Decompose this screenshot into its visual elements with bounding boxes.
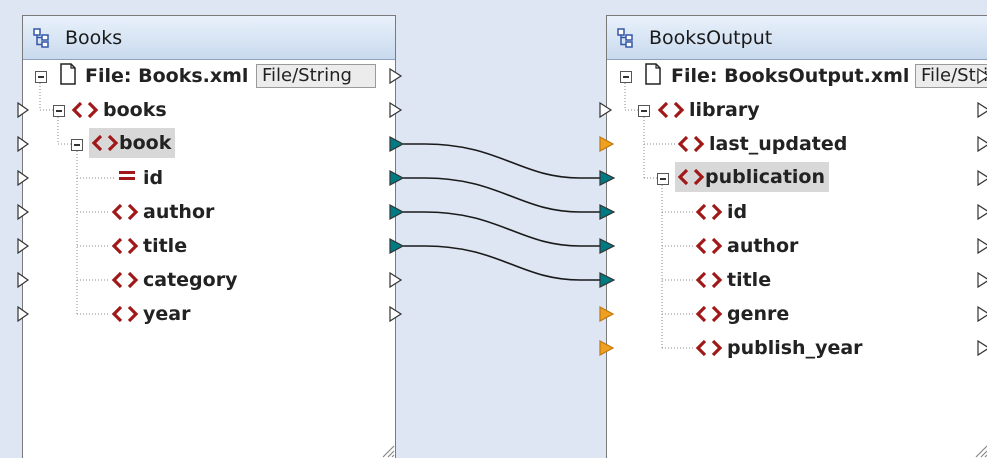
connector-arrow-icon[interactable] — [17, 203, 30, 221]
connector-arrow-icon[interactable] — [599, 204, 616, 220]
connector-arrow-icon[interactable] — [977, 203, 987, 221]
mapping-line-book-publication[interactable] — [403, 143, 601, 179]
mapping-overlay — [17, 67, 987, 357]
connector-arrow-icon[interactable] — [389, 135, 405, 153]
connector-arrow-icon[interactable] — [599, 170, 616, 186]
connector-arrow-icon[interactable] — [977, 237, 987, 255]
connector-arrow-icon[interactable] — [599, 305, 615, 323]
connector-arrow-icon[interactable] — [599, 339, 615, 357]
connector-arrow-icon[interactable] — [977, 305, 987, 323]
connector-arrow-icon[interactable] — [977, 67, 987, 85]
connector-arrow-icon[interactable] — [977, 135, 987, 153]
mapping-line-author-author[interactable] — [403, 211, 601, 247]
connector-arrow-icon[interactable] — [17, 101, 30, 119]
connector-arrow-icon[interactable] — [389, 305, 403, 323]
connector-arrow-icon[interactable] — [977, 339, 987, 357]
connector-arrow-icon[interactable] — [389, 169, 405, 187]
connector-arrow-icon[interactable] — [977, 101, 987, 119]
connector-arrow-icon[interactable] — [599, 238, 616, 254]
connector-arrow-icon[interactable] — [599, 272, 616, 288]
connector-arrow-icon[interactable] — [389, 203, 405, 221]
connector-arrow-icon[interactable] — [599, 101, 613, 119]
connector-arrow-icon[interactable] — [389, 237, 405, 255]
mapping-line-id-id[interactable] — [403, 177, 601, 213]
connector-arrow-icon[interactable] — [17, 135, 30, 153]
connector-arrow-icon[interactable] — [389, 67, 403, 85]
connector-arrow-icon[interactable] — [17, 271, 30, 289]
connector-arrow-icon[interactable] — [977, 169, 987, 187]
connector-arrow-icon[interactable] — [599, 135, 615, 153]
mapping-line-title-title[interactable] — [403, 245, 601, 281]
connector-arrow-icon[interactable] — [389, 271, 403, 289]
connector-arrow-icon[interactable] — [977, 271, 987, 289]
connector-arrow-icon[interactable] — [389, 101, 403, 119]
connector-arrow-icon[interactable] — [17, 169, 30, 187]
connector-arrow-icon[interactable] — [17, 237, 30, 255]
connector-arrow-icon[interactable] — [17, 305, 30, 323]
mapping-lines — [403, 143, 601, 281]
